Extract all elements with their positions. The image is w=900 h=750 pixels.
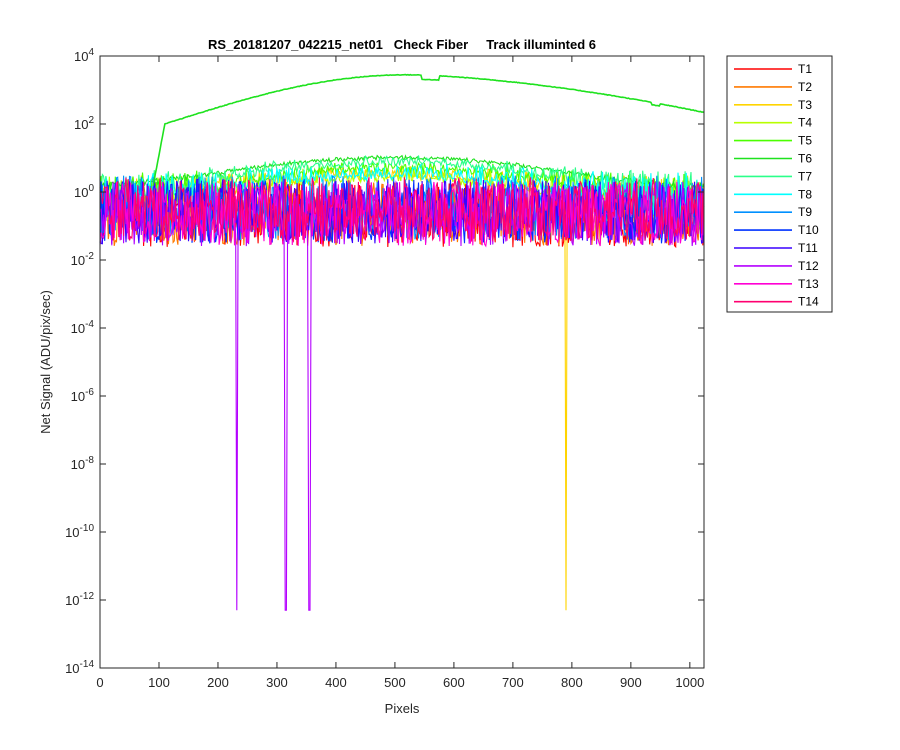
legend-label-T5: T5 [798, 134, 812, 148]
x-tick-label: 900 [620, 675, 642, 690]
x-tick-label: 100 [148, 675, 170, 690]
chart: 0 100 200 300 400 500 600 700 800 900 100010410210… [0, 0, 900, 750]
x-tick-label: 1000 [675, 675, 704, 690]
x-tick-label: 800 [561, 675, 583, 690]
legend-label-T10: T10 [798, 223, 819, 237]
legend-label-T3: T3 [798, 98, 812, 112]
legend-label-T9: T9 [798, 205, 812, 219]
legend-box [726, 55, 833, 313]
legend-label-T6: T6 [798, 152, 812, 166]
x-tick-label: 700 [502, 675, 524, 690]
plot-area [100, 56, 704, 668]
legend-label-T13: T13 [798, 277, 819, 291]
x-tick-label: 400 [325, 675, 347, 690]
legend-label-T12: T12 [798, 259, 819, 273]
y-axis-label: Net Signal (ADU/pix/sec) [38, 290, 53, 434]
x-tick-label: 300 [266, 675, 288, 690]
x-tick-label: 200 [207, 675, 229, 690]
legend-label-T4: T4 [798, 116, 812, 130]
legend-label-T8: T8 [798, 187, 812, 201]
legend-label-T1: T1 [798, 62, 812, 76]
x-axis-label: Pixels [385, 701, 420, 716]
chart-title: RS_20181207_042215_net01 Check Fiber Tra… [208, 37, 596, 52]
x-tick-label: 0 [96, 675, 103, 690]
x-tick-label: 500 [384, 675, 406, 690]
legend-label-T2: T2 [798, 80, 812, 94]
legend-label-T14: T14 [798, 295, 819, 309]
x-tick-label: 600 [443, 675, 465, 690]
legend-label-T11: T11 [798, 241, 818, 255]
legend-label-T7: T7 [798, 169, 812, 183]
legend: T1 T2 T3 T4 T5 T6 T7 T8 T9 T10 T11 T12 T13 T14 [726, 55, 833, 313]
